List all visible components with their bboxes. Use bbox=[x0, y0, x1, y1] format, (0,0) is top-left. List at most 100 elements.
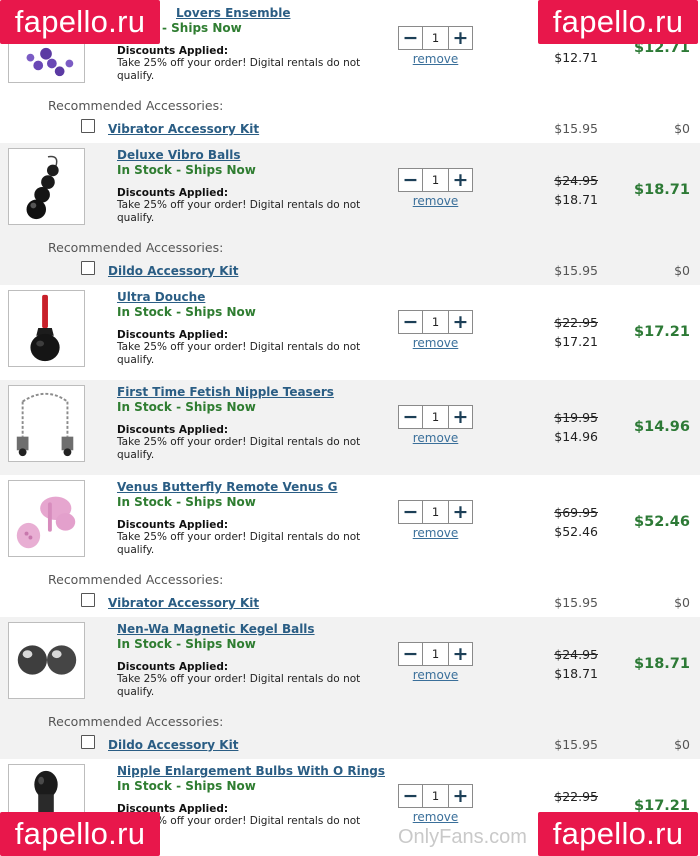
remove-link[interactable]: remove bbox=[398, 668, 473, 682]
product-name-link[interactable]: Lovers Ensemble bbox=[176, 6, 290, 20]
accessory-checkbox[interactable] bbox=[81, 735, 95, 749]
remove-link[interactable]: remove bbox=[398, 431, 473, 445]
discount-title: Discounts Applied: bbox=[117, 424, 229, 436]
product-thumbnail[interactable] bbox=[8, 290, 85, 367]
increase-quantity-button[interactable]: + bbox=[448, 311, 472, 333]
product-thumbnail[interactable] bbox=[8, 148, 85, 225]
quantity-stepper: − 1 + bbox=[398, 26, 473, 50]
remove-link[interactable]: remove bbox=[398, 526, 473, 540]
product-name-link[interactable]: Nen-Wa Magnetic Kegel Balls bbox=[117, 622, 315, 636]
product-name-link[interactable]: Venus Butterfly Remote Venus G bbox=[117, 480, 338, 494]
fapello-watermark: fapello.ru bbox=[0, 0, 160, 44]
remove-link[interactable]: remove bbox=[398, 194, 473, 208]
discount-text: Take 25% off your order! Digital rentals… bbox=[117, 57, 361, 82]
quantity-stepper: − 1 + bbox=[398, 405, 473, 429]
accessory-checkbox[interactable] bbox=[81, 119, 95, 133]
accessory-price: $15.95 bbox=[554, 121, 598, 136]
discount-title: Discounts Applied: bbox=[117, 329, 229, 341]
recommended-accessories-label: Recommended Accessories: bbox=[48, 240, 224, 255]
fapello-watermark: fapello.ru bbox=[538, 0, 698, 44]
increase-quantity-button[interactable]: + bbox=[448, 406, 472, 428]
accessory-name-link[interactable]: Vibrator Accessory Kit bbox=[108, 122, 259, 136]
recommended-accessories-label: Recommended Accessories: bbox=[48, 98, 224, 113]
increase-quantity-button[interactable]: + bbox=[448, 643, 472, 665]
remove-link[interactable]: remove bbox=[398, 810, 473, 824]
decrease-quantity-button[interactable]: − bbox=[399, 169, 423, 191]
quantity-value[interactable]: 1 bbox=[423, 501, 448, 523]
quantity-value[interactable]: 1 bbox=[423, 311, 448, 333]
accessory-price: $15.95 bbox=[554, 737, 598, 752]
original-price: $69.95 bbox=[554, 505, 598, 520]
accessory-checkbox[interactable] bbox=[81, 261, 95, 275]
discount-title: Discounts Applied: bbox=[117, 187, 229, 199]
quantity-value[interactable]: 1 bbox=[423, 169, 448, 191]
black-balls-icon bbox=[9, 149, 84, 224]
decrease-quantity-button[interactable]: − bbox=[399, 785, 423, 807]
stock-status: - Ships Now bbox=[162, 21, 242, 35]
accessory-name-link[interactable]: Dildo Accessory Kit bbox=[108, 264, 238, 278]
product-name-link[interactable]: First Time Fetish Nipple Teasers bbox=[117, 385, 334, 399]
decrease-quantity-button[interactable]: − bbox=[399, 643, 423, 665]
remove-link[interactable]: remove bbox=[398, 336, 473, 350]
stock-status: In Stock - Ships Now bbox=[117, 637, 256, 651]
quantity-value[interactable]: 1 bbox=[423, 643, 448, 665]
recommended-accessories-label: Recommended Accessories: bbox=[48, 572, 224, 587]
original-price: $22.95 bbox=[554, 789, 598, 804]
stock-status: In Stock - Ships Now bbox=[117, 305, 256, 319]
accessory-checkbox[interactable] bbox=[81, 593, 95, 607]
quantity-value[interactable]: 1 bbox=[423, 27, 448, 49]
fapello-watermark: fapello.ru bbox=[538, 812, 698, 856]
stock-status: In Stock - Ships Now bbox=[117, 400, 256, 414]
product-name-link[interactable]: Ultra Douche bbox=[117, 290, 205, 304]
increase-quantity-button[interactable]: + bbox=[448, 785, 472, 807]
chain-clamps-icon bbox=[9, 386, 84, 461]
increase-quantity-button[interactable]: + bbox=[448, 27, 472, 49]
fapello-watermark: fapello.ru bbox=[0, 812, 160, 856]
product-thumbnail[interactable] bbox=[8, 480, 85, 557]
quantity-stepper: − 1 + bbox=[398, 168, 473, 192]
product-name-link[interactable]: Nipple Enlargement Bulbs With O Rings bbox=[117, 764, 385, 778]
accessory-added-price: $0 bbox=[674, 737, 690, 752]
discount-title: Discounts Applied: bbox=[117, 519, 229, 531]
decrease-quantity-button[interactable]: − bbox=[399, 27, 423, 49]
sale-price: $18.71 bbox=[554, 666, 598, 681]
product-thumbnail[interactable] bbox=[8, 385, 85, 462]
product-thumbnail[interactable] bbox=[8, 622, 85, 699]
remove-link[interactable]: remove bbox=[398, 52, 473, 66]
accessory-added-price: $0 bbox=[674, 121, 690, 136]
quantity-value[interactable]: 1 bbox=[423, 406, 448, 428]
accessory-name-link[interactable]: Vibrator Accessory Kit bbox=[108, 596, 259, 610]
line-total: $18.71 bbox=[634, 182, 690, 198]
discount-text: Take 25% off your order! Digital rentals… bbox=[117, 531, 361, 556]
accessory-price: $15.95 bbox=[554, 595, 598, 610]
original-price: $22.95 bbox=[554, 315, 598, 330]
increase-quantity-button[interactable]: + bbox=[448, 169, 472, 191]
recommended-accessories-label: Recommended Accessories: bbox=[48, 714, 224, 729]
quantity-stepper: − 1 + bbox=[398, 784, 473, 808]
stock-status: In Stock - Ships Now bbox=[117, 495, 256, 509]
accessory-added-price: $0 bbox=[674, 595, 690, 610]
decrease-quantity-button[interactable]: − bbox=[399, 406, 423, 428]
line-total: $17.21 bbox=[634, 324, 690, 340]
increase-quantity-button[interactable]: + bbox=[448, 501, 472, 523]
line-total: $18.71 bbox=[634, 656, 690, 672]
sale-price: $52.46 bbox=[554, 524, 598, 539]
accessory-name-link[interactable]: Dildo Accessory Kit bbox=[108, 738, 238, 752]
pink-butterfly-icon bbox=[9, 481, 84, 556]
stock-status: In Stock - Ships Now bbox=[117, 163, 256, 177]
accessory-price: $15.95 bbox=[554, 263, 598, 278]
sale-price: $17.21 bbox=[554, 334, 598, 349]
quantity-stepper: − 1 + bbox=[398, 310, 473, 334]
discount-title: Discounts Applied: bbox=[117, 45, 229, 57]
discount-text: Take 25% off your order! Digital rentals… bbox=[117, 436, 361, 461]
stock-status: In Stock - Ships Now bbox=[117, 779, 256, 793]
decrease-quantity-button[interactable]: − bbox=[399, 311, 423, 333]
decrease-quantity-button[interactable]: − bbox=[399, 501, 423, 523]
product-name-link[interactable]: Deluxe Vibro Balls bbox=[117, 148, 241, 162]
quantity-value[interactable]: 1 bbox=[423, 785, 448, 807]
line-total: $52.46 bbox=[634, 514, 690, 530]
discount-title: Discounts Applied: bbox=[117, 661, 229, 673]
bulb-icon bbox=[9, 291, 84, 366]
onlyfans-watermark: OnlyFans.com bbox=[398, 826, 527, 848]
original-price: $24.95 bbox=[554, 173, 598, 188]
